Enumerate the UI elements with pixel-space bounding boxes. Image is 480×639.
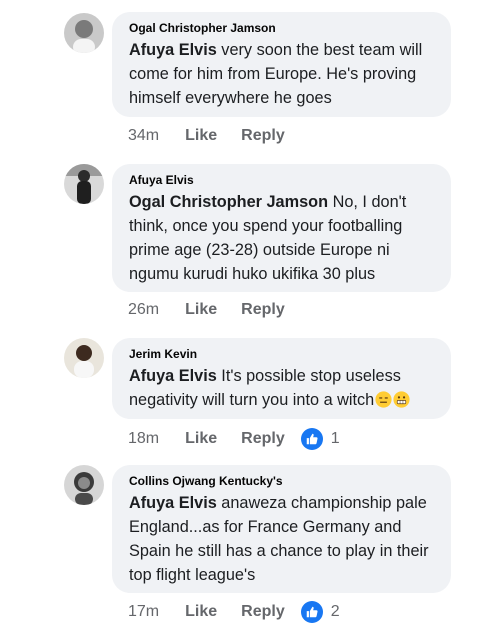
reply-button[interactable]: Reply <box>241 301 285 319</box>
mention-link[interactable]: Afuya Elvis <box>129 494 217 512</box>
comment-actions: 34m Like Reply <box>128 124 285 148</box>
comment-text: Afuya Elvis anaweza championship pale En… <box>129 491 435 587</box>
comment-bubble: Afuya Elvis Ogal Christopher Jamson No, … <box>112 164 451 292</box>
comment-author[interactable]: Jerim Kevin <box>129 346 435 362</box>
mention-link[interactable]: Ogal Christopher Jamson <box>129 193 328 211</box>
comment-bubble: Collins Ojwang Kentucky's Afuya Elvis an… <box>112 465 451 593</box>
reply-button[interactable]: Reply <box>241 603 285 621</box>
like-button[interactable]: Like <box>185 603 217 621</box>
comment-timestamp[interactable]: 18m <box>128 430 159 448</box>
comment-bubble: Ogal Christopher Jamson Afuya Elvis very… <box>112 12 451 117</box>
avatar-photo <box>64 465 104 505</box>
avatar[interactable] <box>64 13 104 53</box>
reply-button[interactable]: Reply <box>241 127 285 145</box>
comment-bubble: Jerim Kevin Afuya Elvis It's possible st… <box>112 338 451 419</box>
comment-text: Afuya Elvis It's possible stop useless n… <box>129 364 435 412</box>
reaction-summary[interactable]: 2 <box>300 601 340 623</box>
reaction-count: 1 <box>330 430 340 447</box>
grimacing-face-icon <box>393 391 410 408</box>
avatar[interactable] <box>64 338 104 378</box>
like-reaction-icon <box>300 428 323 450</box>
expressionless-face-icon <box>375 391 392 408</box>
reaction-summary[interactable]: 1 <box>300 428 340 450</box>
like-button[interactable]: Like <box>185 127 217 145</box>
avatar-photo <box>64 164 104 204</box>
comment-text: Ogal Christopher Jamson No, I don't thin… <box>129 190 435 286</box>
comment-actions: 17m Like Reply 2 <box>128 600 340 624</box>
comment-author[interactable]: Collins Ojwang Kentucky's <box>129 473 435 489</box>
reaction-count: 2 <box>330 603 340 620</box>
avatar[interactable] <box>64 465 104 505</box>
mention-link[interactable]: Afuya Elvis <box>129 41 217 59</box>
like-reaction-icon <box>300 601 323 623</box>
comment-author[interactable]: Afuya Elvis <box>129 172 435 188</box>
comment-timestamp[interactable]: 34m <box>128 127 159 145</box>
like-button[interactable]: Like <box>185 430 217 448</box>
comment-author[interactable]: Ogal Christopher Jamson <box>129 20 435 36</box>
comment-text: Afuya Elvis very soon the best team will… <box>129 38 435 110</box>
comment-timestamp[interactable]: 17m <box>128 603 159 621</box>
avatar[interactable] <box>64 164 104 204</box>
avatar-photo <box>64 338 104 378</box>
like-button[interactable]: Like <box>185 301 217 319</box>
comment-actions: 18m Like Reply 1 <box>128 427 340 451</box>
comment-actions: 26m Like Reply <box>128 298 285 322</box>
reply-button[interactable]: Reply <box>241 430 285 448</box>
avatar-photo <box>64 13 104 53</box>
comment-timestamp[interactable]: 26m <box>128 301 159 319</box>
mention-link[interactable]: Afuya Elvis <box>129 367 217 385</box>
